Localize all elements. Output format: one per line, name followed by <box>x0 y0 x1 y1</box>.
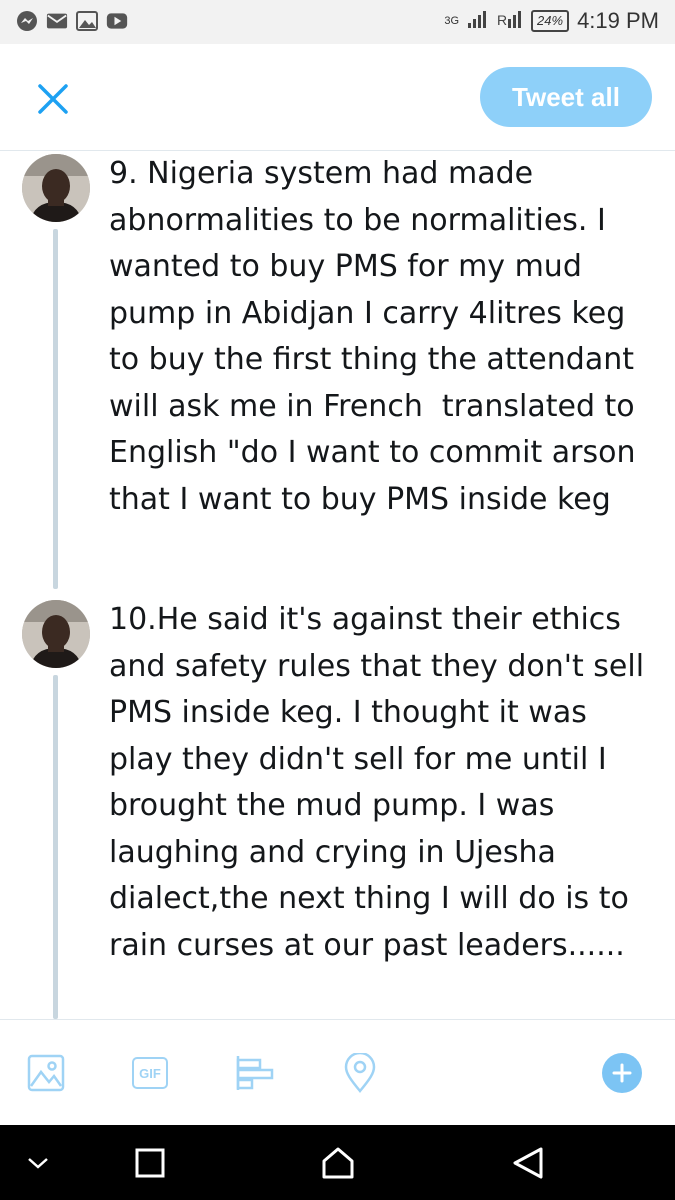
thread-connector <box>53 229 58 589</box>
recents-icon <box>135 1148 165 1178</box>
status-bar: 3G R 24% 4:19 PM <box>0 0 675 44</box>
add-tweet-icon <box>612 1063 632 1083</box>
messenger-icon <box>16 10 38 32</box>
image-button[interactable] <box>26 1052 66 1094</box>
gif-button[interactable]: GIF <box>130 1052 170 1094</box>
tweet-text-input[interactable]: 9. Nigeria system had made abnormalities… <box>109 151 659 523</box>
signal-icon <box>467 9 489 33</box>
close-icon <box>38 84 68 114</box>
tweet-all-button[interactable]: Tweet all <box>480 67 652 127</box>
system-nav-bar <box>0 1125 675 1200</box>
notification-icons <box>16 10 128 32</box>
gif-icon: GIF <box>132 1057 168 1089</box>
mail-icon <box>46 10 68 32</box>
add-tweet-button[interactable] <box>602 1053 642 1093</box>
tweet-text-input[interactable]: 10.He said it's against their ethics and… <box>109 597 659 969</box>
thread-composer: 9. Nigeria system had made abnormalities… <box>0 151 675 1019</box>
hide-nav-button[interactable] <box>18 1143 58 1183</box>
youtube-icon <box>106 10 128 32</box>
back-icon <box>513 1147 543 1179</box>
poll-icon <box>236 1056 274 1090</box>
home-button[interactable] <box>318 1143 358 1183</box>
compose-header: Tweet all <box>0 44 675 151</box>
svg-text:R: R <box>497 12 507 28</box>
avatar <box>22 154 90 222</box>
poll-button[interactable] <box>234 1052 276 1094</box>
clock: 4:19 PM <box>577 8 659 33</box>
compose-toolbar: GIF <box>0 1019 675 1126</box>
image-icon <box>27 1054 65 1092</box>
gallery-icon <box>76 10 98 32</box>
recents-button[interactable] <box>130 1143 170 1183</box>
close-button[interactable] <box>30 76 76 122</box>
thread-connector <box>53 675 58 1019</box>
location-button[interactable] <box>340 1052 380 1094</box>
back-button[interactable] <box>508 1143 548 1183</box>
chevron-down-icon <box>28 1158 48 1169</box>
signal-icon: R <box>497 9 523 33</box>
home-icon <box>322 1147 354 1179</box>
network-type: 3G <box>444 15 460 27</box>
status-indicators: 3G R 24% 4:19 PM <box>444 8 659 34</box>
battery-indicator: 24% <box>531 10 570 32</box>
location-icon <box>344 1053 376 1093</box>
avatar <box>22 600 90 668</box>
